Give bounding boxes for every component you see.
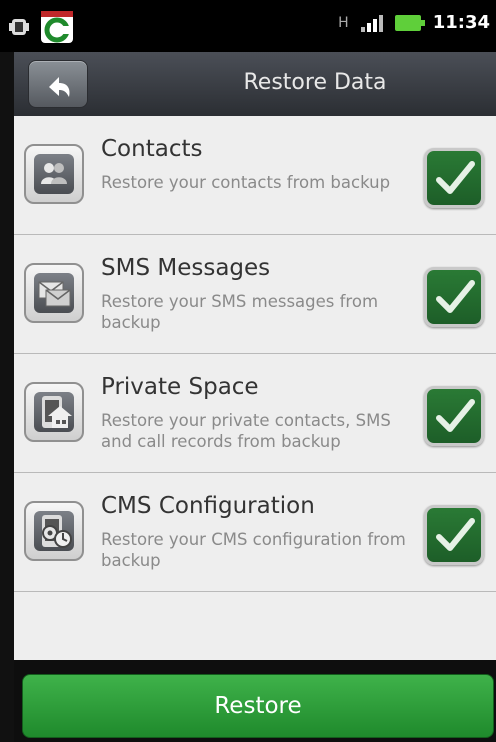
sms-checkbox[interactable] [424, 267, 484, 327]
footer-bar: Restore [14, 660, 496, 742]
item-description: Restore your SMS messages from backup [101, 292, 379, 332]
restore-list: Contacts Restore your contacts from back… [14, 116, 496, 660]
android-debug-icon [9, 19, 29, 35]
contacts-checkbox[interactable] [424, 148, 484, 208]
network-h-icon: H [338, 14, 349, 31]
checkmark-icon [436, 399, 475, 432]
cms-configuration-icon [24, 501, 84, 561]
back-arrow-icon [49, 77, 70, 97]
status-left [8, 10, 74, 44]
list-item-contacts[interactable]: Contacts Restore your contacts from back… [14, 116, 496, 235]
item-name: Private Space [101, 374, 259, 400]
battery-icon [394, 14, 425, 31]
item-description: Restore your private contacts, SMS and c… [101, 411, 391, 451]
list-item-cms-configuration[interactable]: CMS Configuration Restore your CMS confi… [14, 473, 496, 592]
checkmark-icon [436, 161, 475, 194]
signal-icon [360, 14, 383, 32]
private-space-checkbox[interactable] [424, 386, 484, 446]
status-bar: H 11:34 [0, 0, 496, 52]
contacts-icon [24, 144, 84, 204]
title-bar: Restore Data [14, 52, 496, 117]
checkmark-icon [436, 280, 475, 313]
comodo-app-icon [41, 11, 73, 43]
clock: 11:34 [432, 12, 490, 33]
sms-icon [24, 263, 84, 323]
status-right: H 11:34 [338, 12, 490, 33]
cms-configuration-checkbox[interactable] [424, 505, 484, 565]
item-name: CMS Configuration [101, 493, 315, 519]
private-space-icon [24, 382, 84, 442]
item-description: Restore your contacts from backup [101, 173, 391, 192]
item-name: Contacts [101, 136, 203, 162]
item-description: Restore your CMS configuration from back… [101, 530, 406, 570]
back-button[interactable] [28, 60, 88, 108]
page-title: Restore Data [243, 70, 387, 95]
item-name: SMS Messages [101, 255, 271, 281]
checkmark-icon [436, 518, 475, 551]
list-item-sms[interactable]: SMS Messages Restore your SMS messages f… [14, 235, 496, 354]
restore-button[interactable]: Restore [22, 674, 494, 738]
list-item-private-space[interactable]: Private Space Restore your private conta… [14, 354, 496, 473]
